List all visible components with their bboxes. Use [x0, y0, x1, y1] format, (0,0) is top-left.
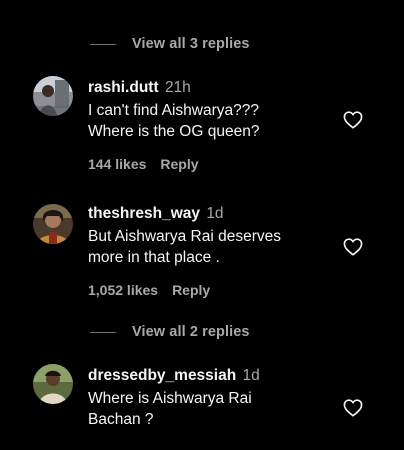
replies-divider: [90, 43, 116, 45]
avatar[interactable]: [33, 364, 73, 404]
comment-header: dressedby_messiah 1d: [88, 366, 350, 386]
comment-text-line: Where is the OG queen?: [88, 123, 260, 140]
timestamp: 1d: [242, 367, 260, 384]
comment-meta: 1,052 likes Reply: [88, 282, 210, 298]
heart-outline-icon[interactable]: [343, 399, 363, 417]
username[interactable]: theshresh_way: [88, 205, 200, 222]
comment-text-line: But Aishwarya Rai deserves: [88, 228, 281, 245]
username[interactable]: rashi.dutt: [88, 79, 159, 96]
heart-outline-icon[interactable]: [343, 111, 363, 129]
timestamp: 21h: [164, 79, 191, 96]
replies-divider: [90, 331, 116, 333]
reply-button[interactable]: Reply: [172, 282, 210, 298]
comment-text-line: I can't find Aishwarya???: [88, 102, 259, 119]
comment-header: theshresh_way 1d: [88, 204, 350, 224]
comment-text-line: Where is Aishwarya Rai: [88, 390, 252, 407]
comment-header: rashi.dutt 21h: [88, 78, 350, 98]
comment-meta: 144 likes Reply: [88, 156, 199, 172]
view-replies-label: View all 3 replies: [132, 36, 250, 52]
view-replies-button[interactable]: View all 2 replies: [90, 322, 250, 342]
view-replies-button[interactable]: View all 3 replies: [90, 34, 250, 54]
timestamp: 1d: [206, 205, 224, 222]
reply-button[interactable]: Reply: [160, 156, 198, 172]
like-count[interactable]: 144 likes: [88, 156, 146, 172]
username[interactable]: dressedby_messiah: [88, 367, 236, 384]
avatar[interactable]: [33, 76, 73, 116]
heart-outline-icon[interactable]: [343, 238, 363, 256]
like-count[interactable]: 1,052 likes: [88, 282, 158, 298]
comment-text-line: more in that place .: [88, 249, 220, 266]
comment-text-line: Bachan ?: [88, 411, 154, 428]
avatar[interactable]: [33, 204, 73, 244]
view-replies-label: View all 2 replies: [132, 324, 250, 340]
